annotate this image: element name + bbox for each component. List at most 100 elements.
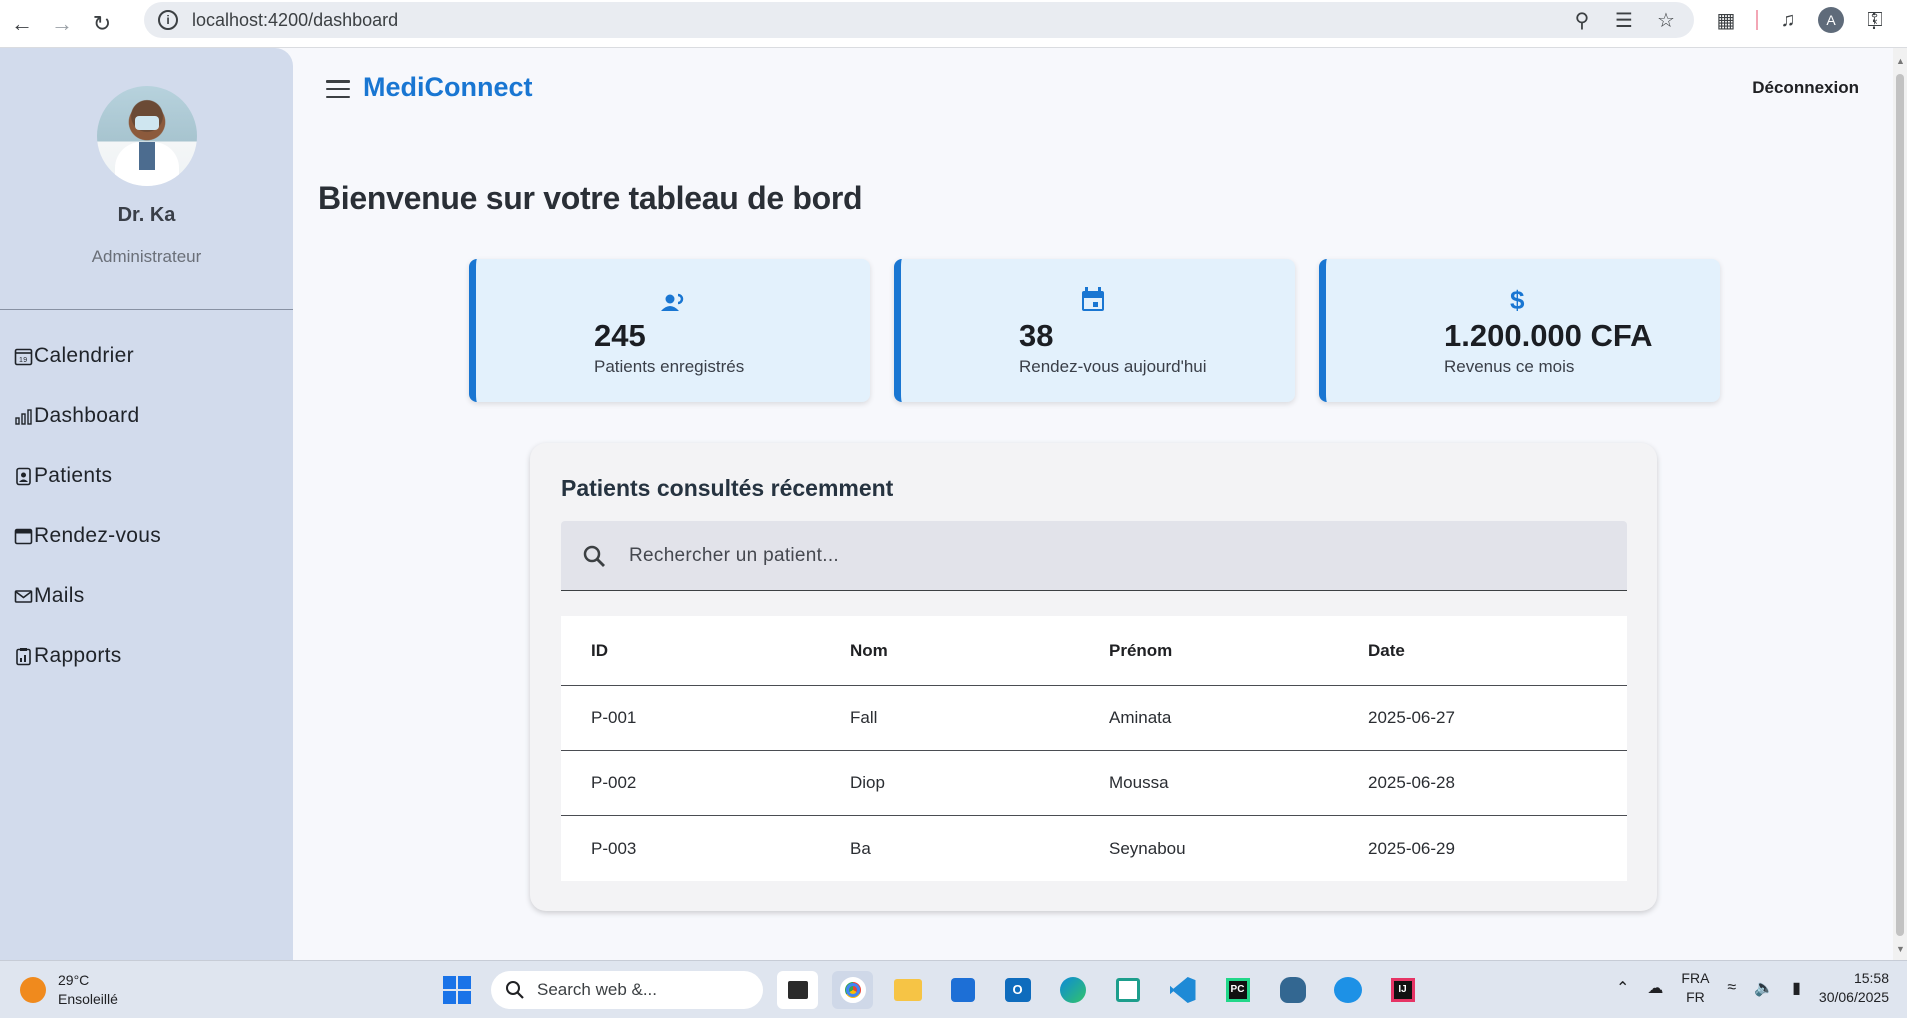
sidebar-item-rendez-vous[interactable]: Rendez-vous: [0, 506, 293, 566]
edge-icon[interactable]: [1052, 971, 1093, 1009]
stat-label: Revenus ce mois: [1444, 357, 1575, 376]
browser-extra-icons: ▦ ♫ A ⋮: [1712, 6, 1888, 34]
cell-nom: Ba: [850, 838, 871, 858]
sidebar: Dr. Ka Administrateur 19 Calendrier Dash…: [0, 48, 293, 960]
sidebar-item-mails[interactable]: Mails: [0, 566, 293, 626]
column-header[interactable]: Nom: [820, 641, 1079, 661]
stat-card-revenue: $ 1.200.000 CFA Revenus ce mois: [1319, 259, 1720, 402]
cell-date: 2025-06-29: [1368, 838, 1455, 858]
user-role: Administrateur: [91, 247, 202, 266]
cell-prenom: Moussa: [1109, 773, 1169, 792]
visual-studio-installer-icon[interactable]: [1107, 971, 1148, 1009]
task-view-icon[interactable]: [777, 971, 818, 1009]
back-icon[interactable]: ←: [2, 4, 42, 44]
media-icon[interactable]: ♫: [1774, 6, 1802, 34]
language-indicator[interactable]: FRA FR: [1681, 969, 1709, 1007]
kebab-menu-icon[interactable]: ⋮: [1860, 6, 1888, 34]
scroll-up-icon[interactable]: ▲: [1896, 56, 1905, 66]
table-row[interactable]: P-001 Fall Aminata 2025-06-27: [561, 686, 1627, 751]
dollar-icon: $: [1510, 285, 1525, 315]
brand-title: MediConnect: [363, 72, 533, 102]
column-header[interactable]: Date: [1338, 641, 1627, 661]
sidebar-item-patients[interactable]: Patients: [0, 446, 293, 506]
extensions-icon[interactable]: ▦: [1712, 6, 1740, 34]
lang-top: FRA: [1681, 970, 1710, 986]
file-explorer-icon[interactable]: [887, 971, 928, 1009]
profile-section: Dr. Ka Administrateur: [0, 48, 293, 310]
people-icon: [661, 291, 685, 317]
stat-value: 1.200.000 CFA: [1444, 318, 1653, 353]
bar-chart-icon: [14, 407, 33, 426]
wifi-icon[interactable]: ≈: [1727, 979, 1736, 997]
pycharm-icon[interactable]: PC: [1217, 971, 1258, 1009]
lang-bottom: FR: [1686, 989, 1705, 1005]
weather-widget[interactable]: 29°C Ensoleillé: [20, 971, 118, 1009]
sidebar-item-label: Dashboard: [34, 404, 140, 427]
menu-toggle-icon[interactable]: [326, 80, 350, 98]
search-icon: [506, 981, 524, 999]
sidebar-item-dashboard[interactable]: Dashboard: [0, 386, 293, 446]
patients-table: ID Nom Prénom Date P-001 Fall Aminata 20…: [561, 616, 1627, 881]
address-bar[interactable]: i localhost:4200/dashboard: [144, 2, 1694, 38]
taskbar-search[interactable]: Search web &...: [491, 971, 763, 1009]
clock[interactable]: 15:58 30/06/2025: [1819, 969, 1889, 1007]
table-header: ID Nom Prénom Date: [561, 616, 1627, 686]
chrome-icon[interactable]: [832, 971, 873, 1009]
postgresql-icon[interactable]: [1272, 971, 1313, 1009]
password-key-icon[interactable]: ⚲: [1568, 6, 1596, 34]
docker-icon[interactable]: [1327, 971, 1368, 1009]
time: 15:58: [1853, 970, 1889, 986]
sidebar-item-label: Mails: [34, 584, 85, 607]
cell-id: P-003: [591, 838, 637, 858]
chevron-up-icon[interactable]: ⌃: [1616, 978, 1629, 998]
battery-icon[interactable]: ▮: [1792, 978, 1801, 998]
windows-start-icon[interactable]: [436, 971, 477, 1009]
calendar-icon: [1081, 287, 1105, 319]
bookmark-star-icon[interactable]: ☆: [1652, 6, 1680, 34]
sidebar-item-rapports[interactable]: Rapports: [0, 626, 293, 686]
scroll-down-icon[interactable]: ▼: [1896, 944, 1905, 954]
table-row[interactable]: P-003 Ba Seynabou 2025-06-29: [561, 816, 1627, 881]
stat-value: 38: [1019, 318, 1054, 353]
patient-card-icon: [14, 467, 33, 486]
column-header[interactable]: Prénom: [1079, 641, 1338, 661]
search-input[interactable]: [629, 544, 1529, 567]
search-field[interactable]: [561, 521, 1627, 591]
logout-button[interactable]: Déconnexion: [1752, 78, 1859, 98]
table-row[interactable]: P-002 Diop Moussa 2025-06-28: [561, 751, 1627, 816]
stat-card-patients: 245 Patients enregistrés: [469, 259, 870, 402]
site-info-icon[interactable]: i: [158, 10, 178, 30]
reload-icon[interactable]: ↻: [82, 4, 122, 44]
store-icon[interactable]: [942, 971, 983, 1009]
cell-date: 2025-06-27: [1368, 708, 1455, 727]
outlook-icon[interactable]: O: [997, 971, 1038, 1009]
cell-id: P-001: [591, 708, 637, 727]
profile-avatar[interactable]: A: [1818, 7, 1844, 33]
stat-card-appointments: 38 Rendez-vous aujourd'hui: [894, 259, 1295, 402]
scrollbar-thumb[interactable]: [1896, 74, 1904, 936]
column-header[interactable]: ID: [561, 641, 820, 661]
sidebar-item-label: Patients: [34, 464, 113, 487]
page-title: Bienvenue sur votre tableau de bord: [318, 180, 863, 216]
forward-icon[interactable]: →: [42, 4, 82, 44]
onedrive-icon[interactable]: ☁: [1647, 978, 1663, 998]
recent-patients-panel: Patients consultés récemment ID Nom Prén…: [530, 443, 1657, 911]
divider: [1756, 10, 1758, 30]
cell-nom: Fall: [850, 708, 878, 727]
cell-prenom: Seynabou: [1109, 838, 1186, 858]
stat-label: Patients enregistrés: [594, 357, 745, 376]
report-icon: [14, 647, 33, 666]
volume-icon[interactable]: 🔈: [1754, 978, 1774, 998]
sidebar-item-label: Rendez-vous: [34, 524, 162, 547]
page-scrollbar[interactable]: ▲ ▼: [1893, 48, 1907, 960]
vscode-icon[interactable]: [1162, 971, 1203, 1009]
sun-icon: [20, 977, 46, 1003]
intellij-icon[interactable]: IJ: [1382, 971, 1423, 1009]
url-text: localhost:4200/dashboard: [192, 9, 399, 30]
panel-title: Patients consultés récemment: [561, 475, 894, 501]
translate-icon[interactable]: ☰: [1610, 6, 1638, 34]
cell-prenom: Aminata: [1109, 708, 1172, 727]
date: 30/06/2025: [1818, 989, 1889, 1005]
user-name: Dr. Ka: [117, 204, 176, 226]
sidebar-item-calendrier[interactable]: 19 Calendrier: [0, 326, 293, 386]
